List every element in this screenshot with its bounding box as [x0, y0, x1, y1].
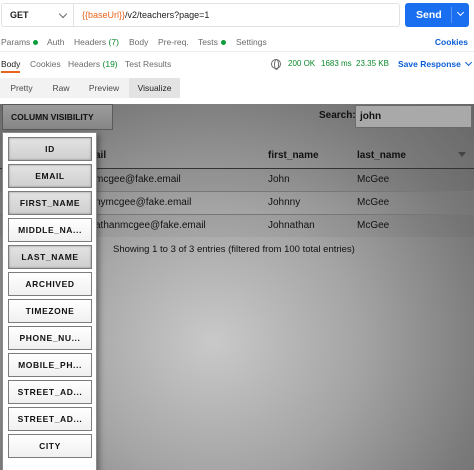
tests-status-dot-icon — [220, 40, 226, 46]
cell-last-name: McGee — [357, 190, 474, 214]
toggle-column-street-1[interactable]: STREET_AD... — [8, 380, 92, 404]
visualizer-panel: COLUMN VISIBILITY Search: john ail first… — [0, 104, 474, 470]
toggle-column-last-name[interactable]: LAST_NAME — [8, 245, 92, 269]
send-label: Send — [416, 9, 442, 21]
column-visibility-panel: ID EMAIL FIRST_NAME MIDDLE_NA... LAST_NA… — [2, 132, 97, 470]
response-tabs: Body Cookies Headers (19) Test Results 2… — [0, 54, 474, 74]
url-variable: {{baseUrl}} — [82, 10, 126, 20]
column-header-last-name[interactable]: last_name — [357, 143, 474, 169]
response-time[interactable]: 1683 ms — [321, 59, 352, 68]
toggle-column-timezone[interactable]: TIMEZONE — [8, 299, 92, 323]
column-visibility-button[interactable]: COLUMN VISIBILITY — [2, 104, 113, 130]
response-tab-headers-count: (19) — [102, 59, 118, 69]
method-select[interactable]: GET — [1, 3, 73, 27]
response-tab-test-results[interactable]: Test Results — [125, 59, 171, 69]
search-input[interactable]: john — [355, 105, 472, 128]
cookies-link[interactable]: Cookies — [435, 37, 468, 47]
globe-icon[interactable] — [271, 59, 281, 70]
response-tab-cookies[interactable]: Cookies — [30, 59, 61, 69]
view-preview[interactable]: Preview — [79, 78, 129, 98]
cell-first-name: John — [268, 167, 357, 191]
response-tab-headers[interactable]: Headers (19) — [68, 59, 118, 69]
toggle-column-email[interactable]: EMAIL — [8, 164, 92, 188]
cell-first-name: Johnathan — [268, 213, 357, 237]
chevron-down-icon — [58, 9, 68, 19]
toggle-column-city[interactable]: CITY — [8, 434, 92, 458]
tab-tests[interactable]: Tests — [198, 37, 226, 47]
sort-desc-icon — [458, 152, 466, 157]
active-tab-indicator — [1, 71, 20, 73]
request-tabs: Params Auth Headers (7) Body Pre-req. Te… — [0, 34, 474, 52]
toggle-column-mobile[interactable]: MOBILE_PH... — [8, 353, 92, 377]
tab-auth[interactable]: Auth — [47, 37, 65, 47]
tab-headers-label: Headers — [74, 37, 107, 47]
search-label: Search: — [319, 110, 356, 121]
chevron-down-icon — [464, 58, 472, 67]
url-path: /v2/teachers?page=1 — [125, 10, 210, 20]
tab-body[interactable]: Body — [129, 37, 148, 47]
url-input[interactable]: {{baseUrl}}/v2/teachers?page=1 — [73, 3, 400, 27]
column-header-last-name-label: last_name — [357, 149, 406, 161]
toggle-column-street-2[interactable]: STREET_AD... — [8, 407, 92, 431]
send-options-chevron-icon[interactable] — [456, 8, 465, 17]
save-response-label: Save Response — [398, 59, 461, 69]
view-pretty[interactable]: Pretty — [0, 78, 43, 98]
toggle-column-id[interactable]: ID — [8, 137, 92, 161]
tab-tests-label: Tests — [198, 37, 218, 47]
send-button[interactable]: Send — [405, 3, 469, 27]
tab-headers[interactable]: Headers (7) — [74, 37, 119, 47]
tab-settings[interactable]: Settings — [236, 37, 267, 47]
column-header-first-name[interactable]: first_name — [268, 143, 357, 169]
toggle-column-middle-name[interactable]: MIDDLE_NA... — [8, 218, 92, 242]
response-tab-headers-label: Headers — [68, 59, 101, 69]
toggle-column-phone[interactable]: PHONE_NU... — [8, 326, 92, 350]
params-status-dot-icon — [33, 40, 39, 46]
toggle-column-archived[interactable]: ARCHIVED — [8, 272, 92, 296]
table-info-text: Showing 1 to 3 of 3 entries (filtered fr… — [113, 244, 355, 255]
cell-first-name: Johnny — [268, 190, 357, 214]
save-response-button[interactable]: Save Response — [398, 58, 472, 69]
method-label: GET — [10, 10, 29, 20]
tab-params-label: Params — [1, 37, 31, 47]
view-visualize[interactable]: Visualize — [129, 78, 180, 98]
toggle-column-first-name[interactable]: FIRST_NAME — [8, 191, 92, 215]
cell-last-name: McGee — [357, 167, 474, 191]
response-size[interactable]: 23.35 KB — [356, 59, 389, 68]
cell-last-name: McGee — [357, 213, 474, 237]
view-mode-bar: Pretty Raw Preview Visualize — [0, 78, 474, 99]
tab-prereq[interactable]: Pre-req. — [158, 37, 189, 47]
response-tab-body[interactable]: Body — [1, 59, 20, 69]
view-raw[interactable]: Raw — [43, 78, 79, 98]
tab-headers-count: (7) — [108, 37, 119, 47]
request-bar: GET {{baseUrl}}/v2/teachers?page=1 Send — [0, 0, 474, 33]
status-code[interactable]: 200 OK — [288, 59, 315, 68]
tab-params[interactable]: Params — [1, 37, 39, 47]
send-divider — [451, 7, 452, 23]
